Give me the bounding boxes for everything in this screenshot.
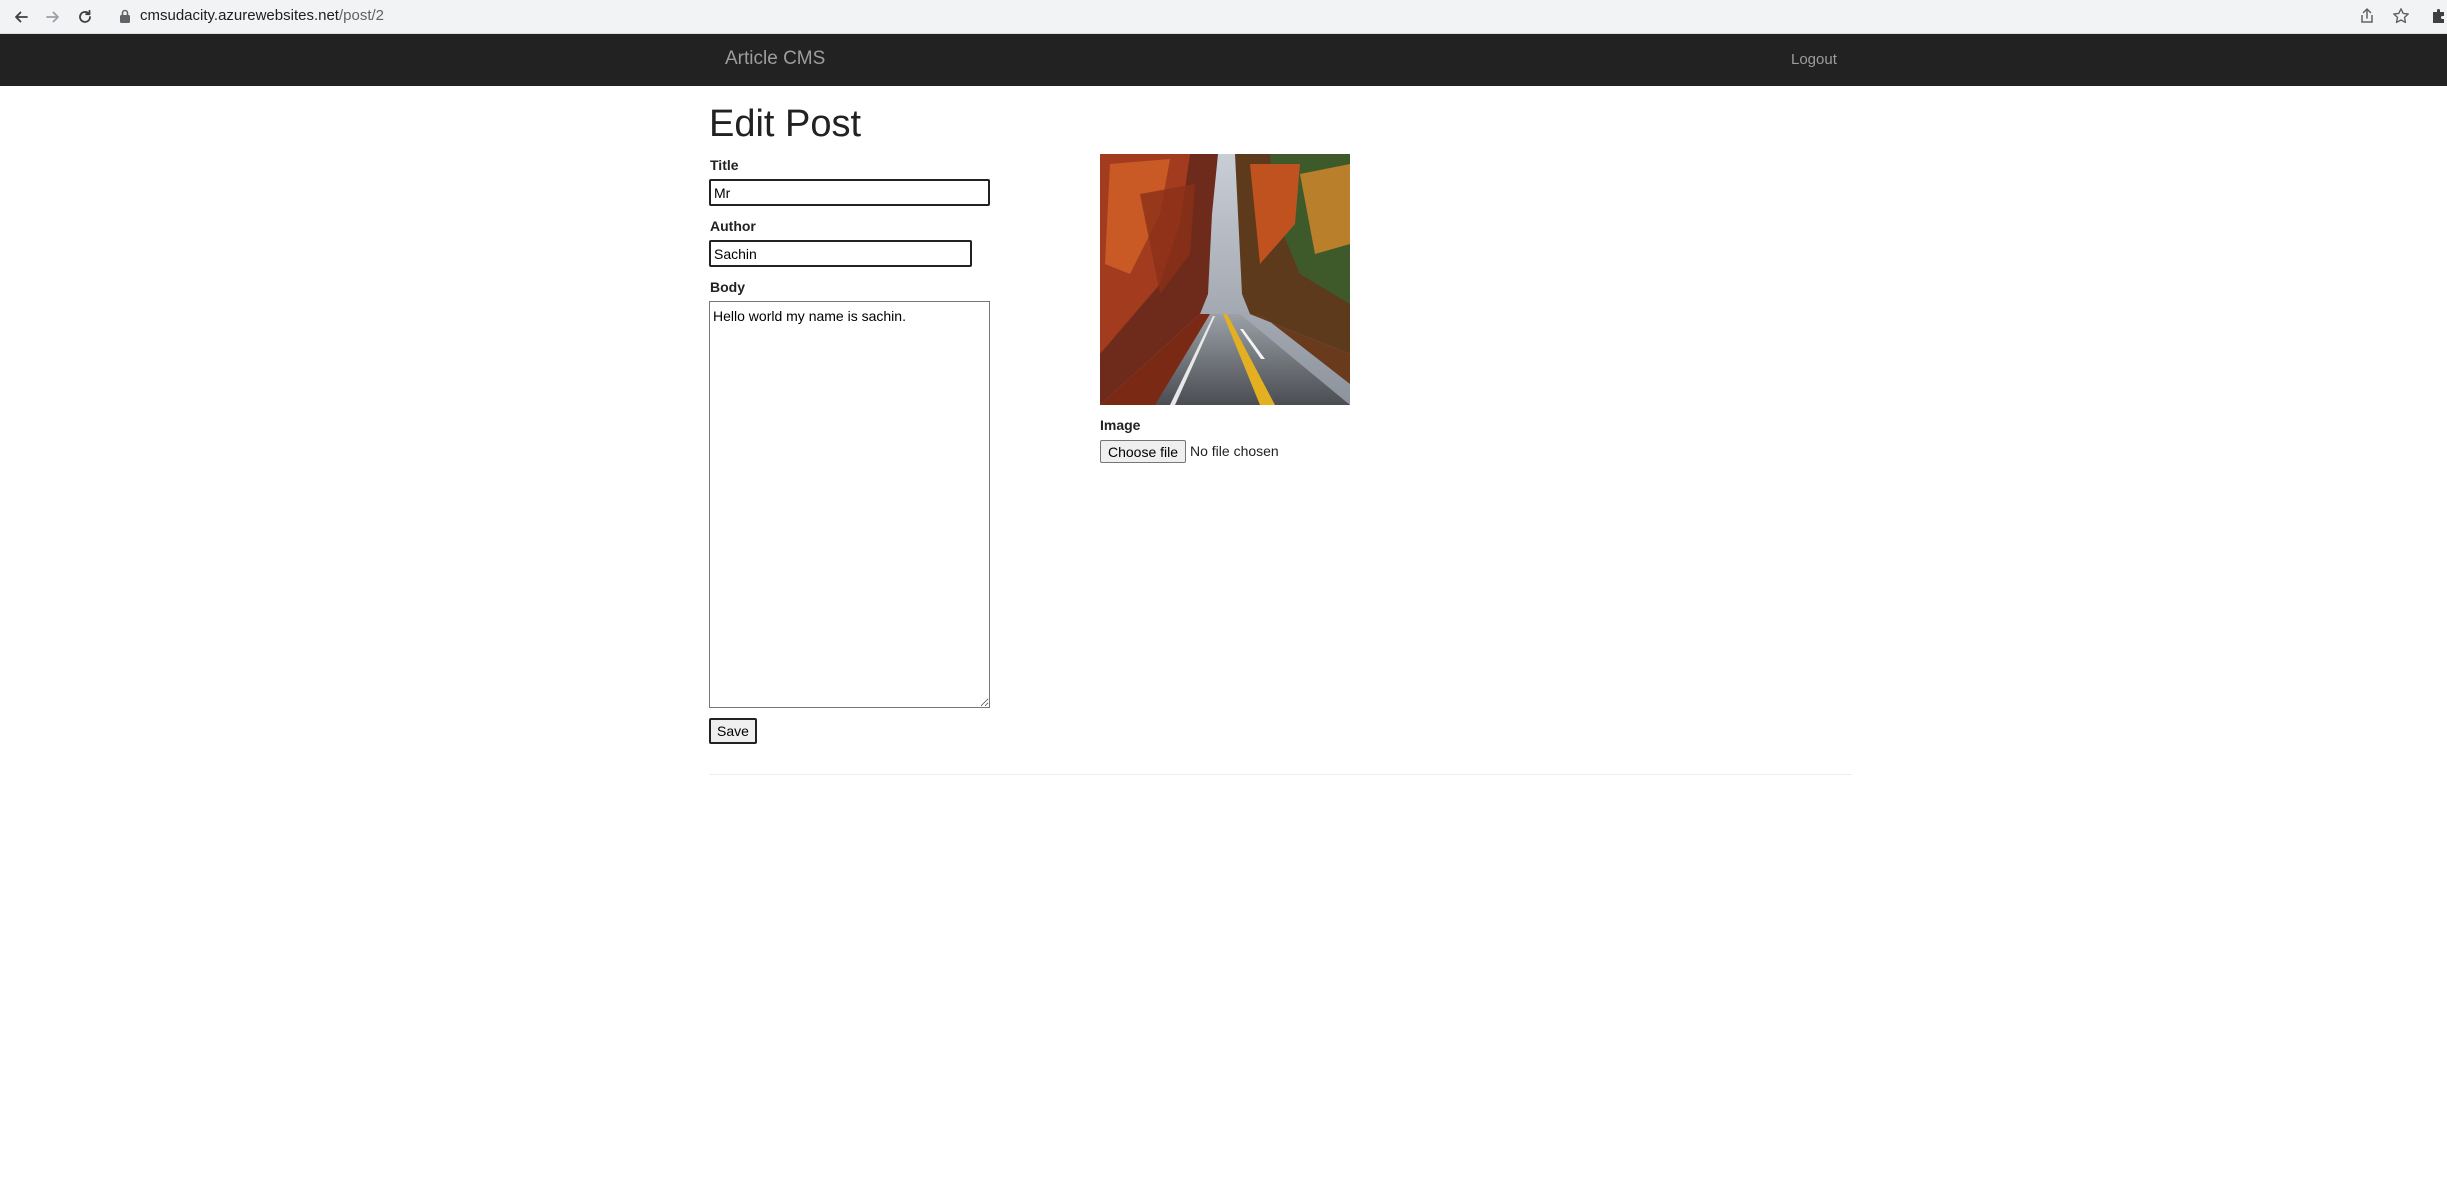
footer-divider: [709, 774, 1852, 775]
image-label: Image: [1100, 417, 1141, 433]
url-path: /post/2: [338, 7, 385, 24]
no-file-chosen-text: No file chosen: [1190, 443, 1279, 459]
logout-link[interactable]: Logout: [1791, 51, 1837, 69]
author-input[interactable]: [709, 240, 972, 267]
forward-icon[interactable]: [42, 6, 64, 28]
address-bar-url[interactable]: cmsudacity.azurewebsites.net/post/2: [140, 7, 384, 25]
post-image: [1100, 154, 1350, 405]
page-title: Edit Post: [709, 103, 862, 145]
choose-file-button[interactable]: Choose file: [1100, 440, 1186, 463]
author-label: Author: [710, 218, 756, 234]
bookmark-star-icon[interactable]: [2392, 7, 2410, 25]
body-label: Body: [710, 279, 745, 295]
site-navbar: Article CMS Logout: [0, 34, 2447, 86]
title-label: Title: [710, 157, 739, 173]
share-icon[interactable]: [2358, 7, 2376, 25]
brand-link[interactable]: Article CMS: [725, 48, 825, 70]
browser-toolbar: cmsudacity.azurewebsites.net/post/2: [0, 0, 2447, 34]
lock-icon[interactable]: [118, 8, 132, 24]
reload-icon[interactable]: [74, 6, 96, 28]
back-icon[interactable]: [10, 6, 32, 28]
body-textarea[interactable]: Hello world my name is sachin.: [709, 301, 990, 708]
title-input[interactable]: [709, 179, 990, 206]
extensions-puzzle-icon[interactable]: [2430, 7, 2447, 25]
url-host: cmsudacity.azurewebsites.net: [140, 7, 339, 24]
save-button[interactable]: Save: [709, 718, 757, 744]
